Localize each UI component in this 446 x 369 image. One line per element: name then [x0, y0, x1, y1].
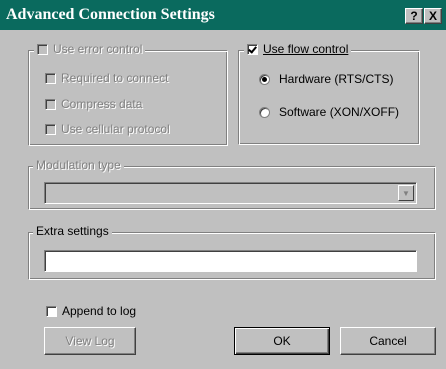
use-cellular-protocol-label: Use cellular protocol [61, 122, 170, 136]
use-cellular-protocol-option[interactable]: Use cellular protocol [45, 122, 170, 136]
error-control-legend[interactable]: Use error control [34, 42, 146, 56]
append-to-log-checkbox[interactable] [46, 305, 57, 317]
software-label: Software (XON/XOFF) [279, 105, 400, 119]
required-to-connect-checkbox[interactable] [45, 72, 56, 84]
append-to-log-option[interactable]: Append to log [46, 304, 136, 318]
view-log-button[interactable]: View Log [44, 327, 136, 355]
compress-data-option[interactable]: Compress data [45, 97, 142, 111]
append-to-log-label: Append to log [62, 304, 137, 318]
flow-control-group: Use flow control Hardware (RTS/CTS) Soft… [238, 42, 420, 145]
use-flow-control-checkbox[interactable] [247, 43, 258, 55]
help-button[interactable]: ? [405, 8, 423, 24]
modulation-type-label: Modulation type [36, 158, 121, 172]
required-to-connect-option[interactable]: Required to connect [45, 71, 168, 85]
flow-control-legend[interactable]: Use flow control [244, 42, 352, 56]
use-flow-control-label: Use flow control [263, 42, 349, 56]
compress-data-label: Compress data [61, 97, 143, 111]
software-xon-xoff-option[interactable]: Software (XON/XOFF) [259, 105, 399, 119]
compress-data-checkbox[interactable] [45, 98, 56, 110]
extra-settings-group: Extra settings [28, 224, 436, 280]
cancel-button[interactable]: Cancel [340, 327, 436, 355]
modulation-type-legend: Modulation type [33, 158, 124, 172]
hardware-radio[interactable] [259, 73, 270, 85]
ok-button[interactable]: OK [234, 327, 330, 355]
title-bar[interactable]: Advanced Connection Settings ? X [0, 0, 446, 30]
extra-settings-label: Extra settings [36, 224, 109, 238]
modulation-type-select[interactable]: ▼ [44, 182, 417, 204]
chevron-down-icon[interactable]: ▼ [398, 185, 414, 201]
use-error-control-label: Use error control [53, 42, 143, 56]
hardware-rts-cts-option[interactable]: Hardware (RTS/CTS) [259, 72, 393, 86]
use-cellular-protocol-checkbox[interactable] [45, 123, 56, 135]
extra-settings-legend: Extra settings [33, 224, 112, 238]
close-button[interactable]: X [424, 8, 442, 24]
window-title: Advanced Connection Settings [6, 6, 215, 23]
software-radio[interactable] [259, 106, 270, 118]
modulation-type-group: Modulation type ▼ [28, 158, 436, 210]
use-error-control-checkbox[interactable] [37, 43, 48, 55]
error-control-group: Use error control Required to connect Co… [28, 42, 228, 146]
extra-settings-input[interactable] [44, 250, 417, 272]
required-to-connect-label: Required to connect [61, 71, 169, 85]
hardware-label: Hardware (RTS/CTS) [279, 72, 394, 86]
advanced-connection-settings-dialog: Advanced Connection Settings ? X Use err… [0, 0, 446, 369]
